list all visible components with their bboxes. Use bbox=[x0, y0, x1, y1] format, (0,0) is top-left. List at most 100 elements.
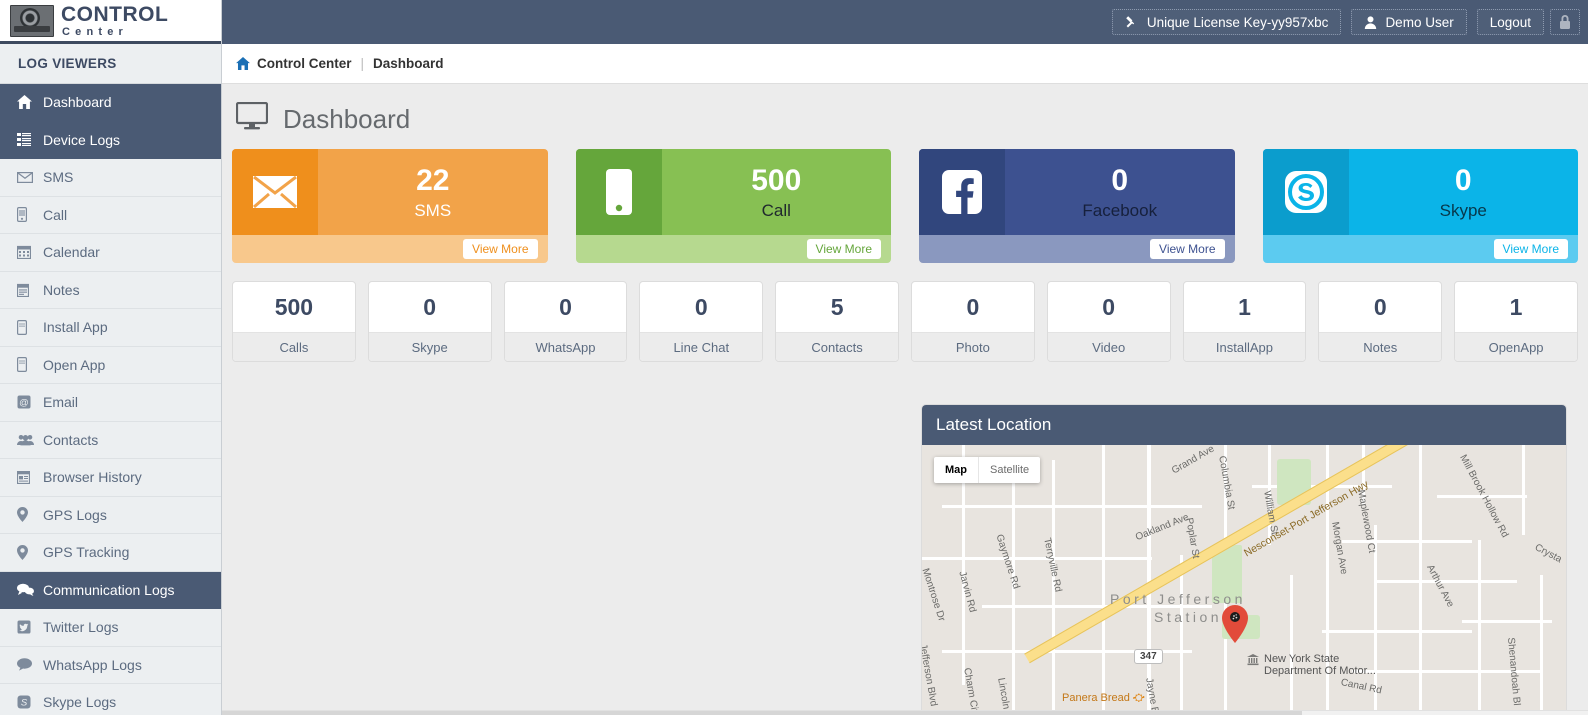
sidebar-item-label: Install App bbox=[43, 319, 108, 335]
map-toggle-map[interactable]: Map bbox=[934, 457, 978, 483]
sidebar-item-notes[interactable]: Notes bbox=[0, 272, 221, 310]
sidebar-item-device-logs[interactable]: Device Logs bbox=[0, 122, 221, 160]
stat-value: 5 bbox=[776, 282, 898, 332]
sidebar-item-label: Skype Logs bbox=[43, 694, 116, 710]
sidebar-item-label: Browser History bbox=[43, 469, 142, 485]
location-pin-icon[interactable] bbox=[1222, 605, 1248, 643]
card-facebook[interactable]: 0 Facebook View More bbox=[919, 149, 1235, 263]
sidebar-item-contacts[interactable]: Contacts bbox=[0, 422, 221, 460]
top-bar: Unique License Key-yy957xbc Demo User Lo… bbox=[222, 0, 1588, 44]
card-label: Call bbox=[762, 202, 791, 219]
map-street-label: Montrose Dr bbox=[922, 567, 947, 623]
breadcrumb-current: Dashboard bbox=[373, 56, 444, 71]
horizontal-scrollbar[interactable] bbox=[222, 710, 1588, 715]
sidebar-item-communication-logs[interactable]: Communication Logs bbox=[0, 572, 221, 610]
license-key-button[interactable]: Unique License Key-yy957xbc bbox=[1112, 9, 1342, 35]
logout-button[interactable]: Logout bbox=[1477, 9, 1544, 35]
lock-icon[interactable] bbox=[1550, 9, 1580, 35]
map-street-label: Jayne B bbox=[1143, 677, 1160, 715]
monitor-icon bbox=[236, 102, 268, 137]
card-sms[interactable]: 22 SMS View More bbox=[232, 149, 548, 263]
sidebar-item-gps-logs[interactable]: GPS Logs bbox=[0, 497, 221, 535]
card-count: 22 bbox=[416, 166, 449, 196]
map-street-label: Morgan Ave bbox=[1329, 521, 1349, 575]
stat-label: Skype bbox=[369, 332, 491, 361]
view-more-button[interactable]: View More bbox=[1150, 239, 1224, 259]
stat-openapp[interactable]: 1 OpenApp bbox=[1454, 281, 1578, 362]
sidebar-item-label: Communication Logs bbox=[43, 582, 175, 598]
sidebar-item-calendar[interactable]: Calendar bbox=[0, 234, 221, 272]
sidebar-item-gps-tracking[interactable]: GPS Tracking bbox=[0, 534, 221, 572]
gears-logo-icon bbox=[10, 5, 54, 37]
sidebar-item-install-app[interactable]: Install App bbox=[0, 309, 221, 347]
map-street-label: Arthur Ave bbox=[1424, 563, 1456, 609]
view-more-button[interactable]: View More bbox=[463, 239, 537, 259]
card-label: Facebook bbox=[1082, 202, 1157, 219]
stat-value: 0 bbox=[912, 282, 1034, 332]
stat-skype[interactable]: 0 Skype bbox=[368, 281, 492, 362]
at-icon: @ bbox=[17, 395, 43, 409]
map-street-label: Jarvin Rd bbox=[956, 570, 978, 614]
user-menu-button[interactable]: Demo User bbox=[1351, 9, 1466, 35]
card-call[interactable]: 500 Call View More bbox=[576, 149, 892, 263]
breadcrumb-root[interactable]: Control Center bbox=[257, 56, 352, 71]
stat-installapp[interactable]: 1 InstallApp bbox=[1183, 281, 1307, 362]
stat-value: 1 bbox=[1455, 282, 1577, 332]
bank-icon bbox=[1247, 653, 1259, 671]
view-more-button[interactable]: View More bbox=[807, 239, 881, 259]
sidebar-item-label: Twitter Logs bbox=[43, 619, 118, 635]
sidebar-item-call[interactable]: Call bbox=[0, 197, 221, 235]
brand-logo[interactable]: CONTROL Center bbox=[0, 0, 221, 44]
stat-calls[interactable]: 500 Calls bbox=[232, 281, 356, 362]
map-toggle-satellite[interactable]: Satellite bbox=[978, 457, 1040, 483]
stat-line-chat[interactable]: 0 Line Chat bbox=[639, 281, 763, 362]
twitter-icon bbox=[17, 620, 43, 634]
map-street-label: Jefferson Blvd bbox=[922, 643, 939, 707]
horizontal-scrollbar-thumb[interactable] bbox=[222, 711, 1302, 715]
map-type-toggle[interactable]: Map Satellite bbox=[934, 457, 1040, 483]
sidebar-item-dashboard[interactable]: Dashboard bbox=[0, 84, 221, 122]
sidebar-item-whatsapp-logs[interactable]: WhatsApp Logs bbox=[0, 647, 221, 685]
sidebar-item-label: WhatsApp Logs bbox=[43, 657, 142, 673]
envelope-icon bbox=[17, 172, 43, 183]
sidebar-item-email[interactable]: @ Email bbox=[0, 384, 221, 422]
sidebar-item-open-app[interactable]: Open App bbox=[0, 347, 221, 385]
restaurant-icon: ⛮ bbox=[1133, 692, 1145, 704]
envelope-icon bbox=[232, 149, 318, 235]
stat-boxes: 500 Calls 0 Skype 0 WhatsApp 0 Line Chat… bbox=[222, 263, 1588, 362]
page-title: Dashboard bbox=[222, 84, 1588, 149]
notes-icon bbox=[17, 283, 43, 297]
sidebar-item-sms[interactable]: SMS bbox=[0, 159, 221, 197]
view-more-button[interactable]: View More bbox=[1494, 239, 1568, 259]
sidebar-item-label: GPS Tracking bbox=[43, 544, 129, 560]
map-street-label: Grand Ave bbox=[1170, 445, 1216, 477]
stat-video[interactable]: 0 Video bbox=[1047, 281, 1171, 362]
sidebar: CONTROL Center LOG VIEWERS Dashboard Dev… bbox=[0, 0, 222, 715]
comments-icon bbox=[17, 583, 43, 596]
sidebar-item-label: Device Logs bbox=[43, 132, 120, 148]
card-skype[interactable]: 0 Skype View More bbox=[1263, 149, 1579, 263]
page-title-text: Dashboard bbox=[283, 104, 410, 135]
sidebar-item-label: GPS Logs bbox=[43, 507, 107, 523]
phone-icon bbox=[17, 207, 43, 222]
mobile-icon bbox=[17, 320, 43, 335]
stat-photo[interactable]: 0 Photo bbox=[911, 281, 1035, 362]
route-shield: 347 bbox=[1134, 649, 1163, 664]
stat-whatsapp[interactable]: 0 WhatsApp bbox=[504, 281, 628, 362]
sidebar-item-label: Email bbox=[43, 394, 78, 410]
sidebar-item-label: Call bbox=[43, 207, 67, 223]
sidebar-item-browser-history[interactable]: Browser History bbox=[0, 459, 221, 497]
stat-notes[interactable]: 0 Notes bbox=[1318, 281, 1442, 362]
stat-label: InstallApp bbox=[1184, 332, 1306, 361]
map-poi-line1: New York State bbox=[1264, 653, 1376, 665]
breadcrumb: Control Center | Dashboard bbox=[222, 44, 1588, 84]
sidebar-item-skype-logs[interactable]: S Skype Logs bbox=[0, 684, 221, 715]
stat-contacts[interactable]: 5 Contacts bbox=[775, 281, 899, 362]
sidebar-item-twitter-logs[interactable]: Twitter Logs bbox=[0, 609, 221, 647]
calendar-icon bbox=[17, 245, 43, 259]
brand-name-top: CONTROL bbox=[61, 4, 168, 25]
stat-label: Contacts bbox=[776, 332, 898, 361]
map-canvas[interactable]: 347 Map Satellite Port Jefferson Station… bbox=[922, 445, 1566, 715]
map-poi-line2: Department Of Motor... bbox=[1264, 665, 1376, 677]
logout-label: Logout bbox=[1490, 15, 1531, 30]
